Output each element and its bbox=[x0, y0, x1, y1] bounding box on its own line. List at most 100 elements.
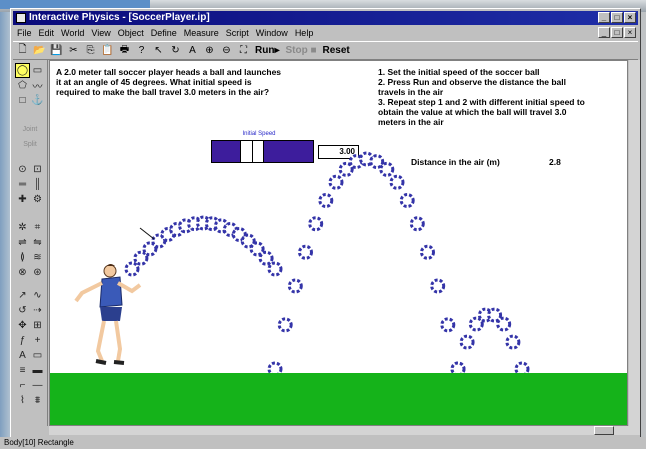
separator-tool-icon[interactable]: ⊗ bbox=[15, 265, 30, 280]
square-point-icon[interactable]: ⊡ bbox=[30, 162, 45, 177]
menu-help[interactable]: Help bbox=[295, 28, 314, 38]
constraint-tools: ✲ ⌗ ⇌ ⇋ ≬ ≋ ⊗ ⊛ bbox=[15, 220, 45, 280]
button-tool-icon[interactable]: ▭ bbox=[30, 348, 45, 363]
menu-edit[interactable]: Edit bbox=[39, 28, 55, 38]
save-icon[interactable]: 💾 bbox=[50, 45, 62, 56]
minimize-button[interactable]: _ bbox=[598, 12, 610, 23]
rod-tool-icon[interactable]: ✲ bbox=[15, 220, 30, 235]
new-file-icon[interactable]: 🗋 bbox=[17, 44, 28, 56]
soccer-ball bbox=[249, 241, 265, 257]
track-tool-icon[interactable]: ⩩ bbox=[30, 393, 45, 408]
line-tool-icon[interactable]: — bbox=[30, 378, 45, 393]
app-window: Interactive Physics - [SoccerPlayer.ip] … bbox=[10, 8, 641, 441]
copy-icon[interactable]: ⎘ bbox=[85, 45, 96, 56]
soccer-ball bbox=[277, 317, 293, 333]
rotate-tool-icon[interactable]: ↻ bbox=[170, 45, 181, 56]
stop-button[interactable]: Stop ■ bbox=[285, 45, 316, 56]
doc-minimize-button[interactable]: _ bbox=[598, 27, 610, 38]
menu-measure[interactable]: Measure bbox=[184, 28, 219, 38]
curve-tool-icon[interactable]: 〰 bbox=[30, 78, 45, 93]
force-tool-icon[interactable]: ↗ bbox=[15, 288, 30, 303]
zoom-out-icon[interactable]: ⊖ bbox=[221, 45, 232, 56]
menu-world[interactable]: World bbox=[61, 28, 84, 38]
motor-tool-icon[interactable]: ⚙ bbox=[30, 192, 45, 207]
body-tools: ◯ ▭ ⬠ 〰 □ ⚓ bbox=[15, 63, 45, 108]
wiggle-tool-icon[interactable]: ⌇ bbox=[15, 393, 30, 408]
force-tools: ↗ ∿ ↺ ⇢ ✥ ⊞ ƒ + A ▭ ≡ ▬ ⌐ — ⌇ ⩩ bbox=[15, 288, 45, 408]
gear-tool-icon[interactable]: ⊛ bbox=[30, 265, 45, 280]
font-tool-icon[interactable]: ƒ bbox=[15, 333, 30, 348]
title-bar[interactable]: Interactive Physics - [SoccerPlayer.ip] … bbox=[13, 11, 638, 25]
menu-view[interactable]: View bbox=[91, 28, 110, 38]
soccer-ball bbox=[440, 317, 456, 333]
slider-tool-icon[interactable]: ≡ bbox=[15, 363, 30, 378]
launch-direction-marker bbox=[139, 227, 155, 240]
menu-file[interactable]: File bbox=[17, 28, 32, 38]
zoom-fit-icon[interactable]: ⛶ bbox=[238, 45, 249, 56]
pulley-tool-icon[interactable]: ≋ bbox=[30, 250, 45, 265]
help-icon[interactable]: ? bbox=[136, 45, 147, 56]
graph-tool-icon[interactable]: A bbox=[15, 348, 30, 363]
damper-tool-icon[interactable]: ⇋ bbox=[30, 235, 45, 250]
soccer-ball bbox=[496, 316, 512, 332]
horizontal-scrollbar[interactable] bbox=[49, 426, 640, 435]
control-tool-icon[interactable]: ⌐ bbox=[15, 378, 30, 393]
meter-tool-icon[interactable]: ✥ bbox=[15, 318, 30, 333]
slot-tool-icon[interactable]: ═ bbox=[15, 177, 30, 192]
soccer-ball bbox=[267, 261, 283, 277]
wave-tool-icon[interactable]: ∿ bbox=[30, 288, 45, 303]
reset-button[interactable]: Reset bbox=[323, 45, 350, 56]
soccer-ball bbox=[133, 250, 149, 266]
grid-tool-icon[interactable]: ⌗ bbox=[30, 220, 45, 235]
rectangle-tool-icon[interactable]: ▭ bbox=[30, 63, 45, 78]
arrow-tool-icon[interactable]: ↖ bbox=[153, 45, 164, 56]
plus-tool-icon[interactable]: + bbox=[30, 333, 45, 348]
text-tool-icon[interactable]: A bbox=[187, 45, 198, 56]
close-button[interactable]: × bbox=[624, 12, 636, 23]
rope-tool-icon[interactable]: ≬ bbox=[15, 250, 30, 265]
spring-tool-icon[interactable]: ⇌ bbox=[15, 235, 30, 250]
polygon-tool-icon[interactable]: ⬠ bbox=[15, 78, 30, 93]
menu-object[interactable]: Object bbox=[118, 28, 144, 38]
point-tool-icon[interactable]: ⊙ bbox=[15, 162, 30, 177]
menu-window[interactable]: Window bbox=[256, 28, 288, 38]
square-tool-icon[interactable]: □ bbox=[15, 93, 30, 108]
torque-tool-icon[interactable]: ↺ bbox=[15, 303, 30, 318]
soccer-ball bbox=[308, 216, 324, 232]
split-button[interactable]: Split bbox=[15, 137, 45, 152]
app-icon[interactable] bbox=[16, 13, 26, 23]
cut-icon[interactable]: ✂ bbox=[68, 45, 79, 56]
point-tools: ⊙ ⊡ ═ ║ ✚ ⚙ bbox=[15, 162, 45, 207]
soccer-ball bbox=[258, 250, 274, 266]
maximize-button[interactable]: □ bbox=[611, 12, 623, 23]
soccer-ball bbox=[318, 193, 334, 208]
vertical-scrollbar[interactable] bbox=[629, 60, 640, 426]
soccer-ball bbox=[298, 244, 313, 260]
scroll-thumb[interactable] bbox=[594, 426, 614, 435]
join-button[interactable]: Joint bbox=[15, 122, 45, 137]
open-file-icon[interactable]: 📂 bbox=[33, 45, 45, 56]
pin-tool-icon[interactable]: ✚ bbox=[15, 192, 30, 207]
circle-tool-icon[interactable]: ◯ bbox=[15, 63, 30, 78]
soccer-ball bbox=[430, 278, 446, 294]
doc-close-button[interactable]: × bbox=[624, 27, 636, 38]
soccer-ball bbox=[468, 316, 484, 332]
grass-ground bbox=[50, 373, 627, 425]
print-icon[interactable]: 🖶 bbox=[119, 44, 130, 56]
menu-define[interactable]: Define bbox=[151, 28, 177, 38]
vertical-slot-icon[interactable]: ║ bbox=[30, 177, 45, 192]
status-bar: Body[10] Rectangle bbox=[0, 437, 646, 449]
menu-tool-icon[interactable]: ▬ bbox=[30, 363, 45, 378]
doc-maximize-button[interactable]: □ bbox=[611, 27, 623, 38]
menu-script[interactable]: Script bbox=[226, 28, 249, 38]
dial-tool-icon[interactable]: ⊞ bbox=[30, 318, 45, 333]
actuator-tool-icon[interactable]: ⇢ bbox=[30, 303, 45, 318]
simulation-canvas[interactable]: A 2.0 meter tall soccer player heads a b… bbox=[49, 60, 628, 426]
anchor-tool-icon[interactable]: ⚓ bbox=[30, 93, 45, 108]
paste-icon[interactable]: 📋 bbox=[101, 45, 113, 56]
zoom-in-icon[interactable]: ⊕ bbox=[204, 45, 215, 56]
run-button[interactable]: Run▸ bbox=[255, 45, 279, 56]
soccer-ball bbox=[399, 193, 415, 208]
soccer-ball bbox=[124, 261, 140, 277]
soccer-ball bbox=[328, 174, 344, 190]
